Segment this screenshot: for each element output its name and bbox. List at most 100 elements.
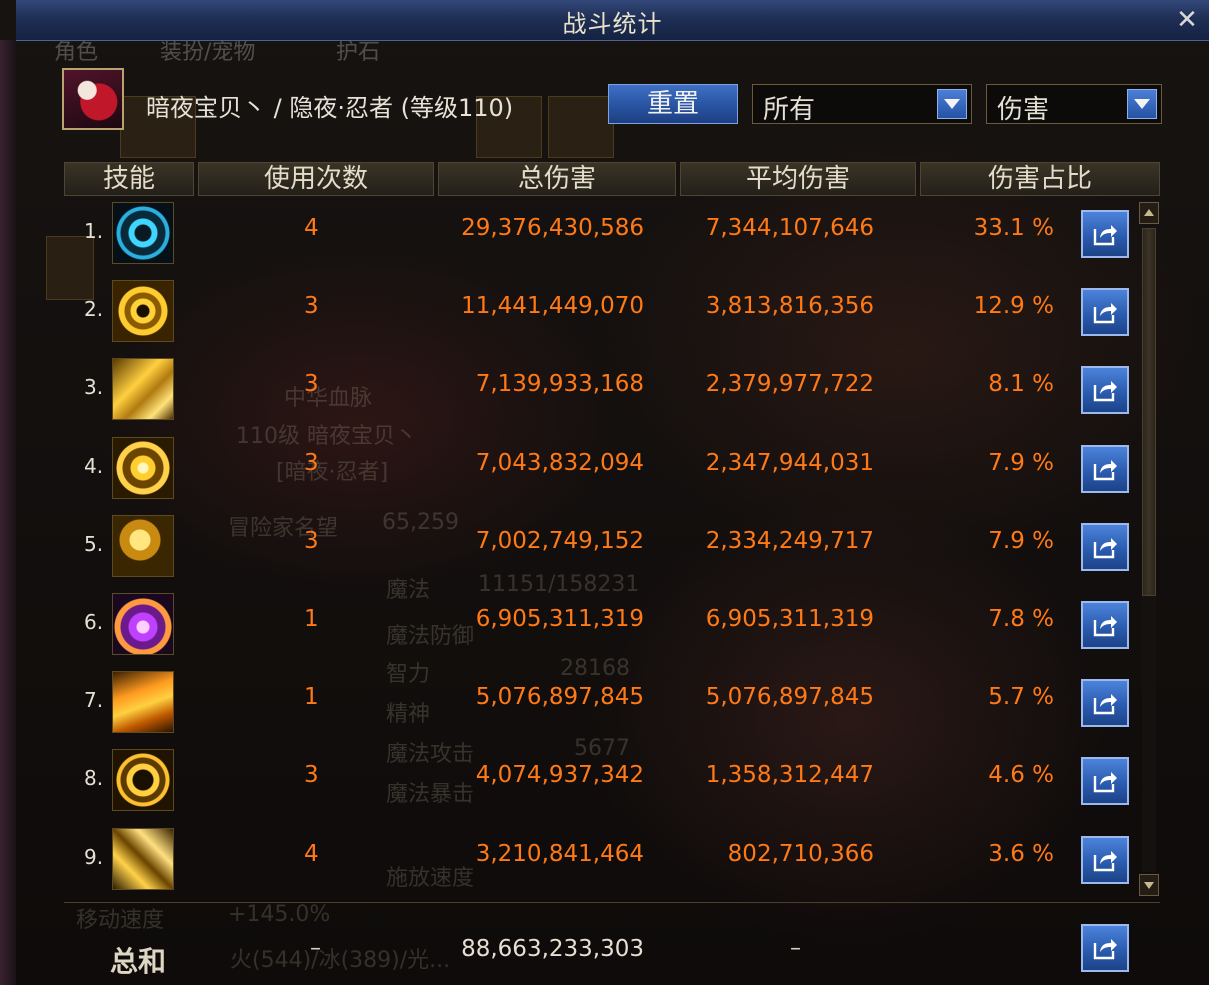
- skill-icon[interactable]: [112, 593, 174, 655]
- column-header-avg-damage[interactable]: 平均伤害: [680, 162, 916, 196]
- total-damage: 29,376,430,586: [461, 215, 644, 241]
- share-button[interactable]: [1081, 444, 1129, 493]
- share-button[interactable]: [1081, 679, 1129, 728]
- damage-share: 4.6 %: [988, 762, 1054, 789]
- share-button[interactable]: [1081, 757, 1129, 806]
- total-damage: 7,043,832,094: [475, 449, 644, 476]
- damage-share: 8.1 %: [988, 371, 1054, 398]
- share-button[interactable]: [1081, 366, 1129, 415]
- character-avatar: [62, 68, 124, 130]
- skill-icon[interactable]: [112, 202, 174, 264]
- totals-label: 总和: [110, 945, 167, 978]
- share-icon: [1093, 303, 1117, 324]
- total-damage: 11,441,449,070: [461, 293, 644, 320]
- avg-damage: 802,710,366: [727, 840, 874, 867]
- table-row[interactable]: 1. 4 29,376,430,586 7,344,107,646 33.1 %: [64, 197, 1134, 275]
- close-button[interactable]: ✕: [1173, 6, 1201, 34]
- skill-icon[interactable]: [112, 280, 174, 343]
- share-button[interactable]: [1081, 835, 1129, 884]
- skill-icon[interactable]: [112, 749, 174, 812]
- avg-damage: 2,347,944,031: [705, 449, 874, 476]
- table-row[interactable]: 8. 3 4,074,937,342 1,358,312,447 4.6 %: [64, 744, 1134, 822]
- share-button[interactable]: [1081, 522, 1129, 571]
- table-row[interactable]: 9. 4 3,210,841,464 802,710,366 3.6 %: [64, 823, 1134, 901]
- share-icon: [1093, 850, 1117, 871]
- share-icon: [1093, 772, 1117, 793]
- table-row[interactable]: 7. 1 5,076,897,845 5,076,897,845 5.7 %: [64, 666, 1134, 744]
- column-header-skill[interactable]: 技能: [64, 162, 194, 196]
- totals-damage: 88,663,233,303: [461, 936, 644, 962]
- share-button[interactable]: [1081, 924, 1129, 972]
- uses-count: 3: [304, 527, 319, 554]
- reset-button[interactable]: 重置: [608, 84, 738, 124]
- damage-share: 33.1 %: [973, 215, 1054, 241]
- share-icon: [1093, 939, 1117, 960]
- table-row[interactable]: 2. 3 11,441,449,070 3,813,816,356 12.9 %: [64, 275, 1134, 353]
- damage-share: 3.6 %: [988, 840, 1054, 867]
- table-row[interactable]: 4. 3 7,043,832,094 2,347,944,031 7.9 %: [64, 432, 1134, 510]
- share-icon: [1093, 381, 1117, 402]
- close-icon: ✕: [1176, 5, 1198, 35]
- column-header-total-damage[interactable]: 总伤害: [438, 162, 676, 196]
- total-damage: 7,002,749,152: [475, 527, 644, 554]
- totals-divider: [64, 902, 1160, 903]
- character-label: 暗夜宝贝丶 / 隐夜·忍者 (等级110): [146, 94, 514, 122]
- share-button[interactable]: [1081, 288, 1129, 337]
- background-tab-strip: 角色 装扮/宠物 护石: [20, 40, 620, 65]
- rank-label: 8.: [84, 766, 104, 791]
- avg-damage: 2,334,249,717: [705, 527, 874, 554]
- avg-damage: 2,379,977,722: [705, 371, 874, 398]
- metric-filter-dropdown[interactable]: 伤害: [986, 84, 1162, 125]
- scroll-thumb[interactable]: [1142, 228, 1156, 596]
- total-damage: 5,076,897,845: [475, 684, 644, 711]
- total-damage: 6,905,311,319: [475, 606, 644, 632]
- rank-label: 7.: [84, 688, 104, 713]
- uses-count: 3: [304, 762, 319, 789]
- window-title: 战斗统计: [562, 10, 663, 38]
- rank-label: 4.: [84, 453, 104, 478]
- damage-share: 5.7 %: [988, 684, 1054, 711]
- uses-count: 3: [304, 293, 319, 320]
- totals-uses: –: [310, 936, 321, 961]
- table-row[interactable]: 3. 3 7,139,933,168 2,379,977,722 8.1 %: [64, 353, 1134, 431]
- metric-filter-value: 伤害: [997, 95, 1050, 125]
- table-scrollbar[interactable]: [1139, 202, 1159, 896]
- rank-label: 1.: [84, 219, 104, 243]
- damage-share: 7.9 %: [988, 449, 1054, 476]
- background-equipment-slot: [548, 96, 614, 158]
- rank-label: 5.: [84, 531, 104, 556]
- skill-icon[interactable]: [112, 671, 174, 734]
- background-window-edge: [0, 40, 16, 985]
- skill-icon[interactable]: [112, 827, 174, 890]
- chevron-down-icon[interactable]: [937, 89, 967, 119]
- damage-share: 7.9 %: [988, 527, 1054, 554]
- uses-count: 4: [304, 840, 319, 867]
- rank-label: 9.: [84, 844, 104, 869]
- uses-count: 3: [304, 449, 319, 476]
- share-icon: [1093, 694, 1117, 715]
- uses-count: 3: [304, 371, 319, 398]
- scroll-up-icon[interactable]: [1139, 202, 1159, 224]
- avg-damage: 1,358,312,447: [705, 762, 874, 789]
- chevron-down-icon[interactable]: [1127, 89, 1157, 119]
- damage-share: 7.8 %: [988, 606, 1054, 632]
- avg-damage: 6,905,311,319: [705, 606, 874, 632]
- share-icon: [1093, 616, 1117, 637]
- table-row[interactable]: 5. 3 7,002,749,152 2,334,249,717 7.9 %: [64, 510, 1134, 588]
- share-button[interactable]: [1081, 601, 1129, 649]
- skill-icon[interactable]: [112, 358, 174, 421]
- damage-share: 12.9 %: [973, 293, 1054, 320]
- uses-count: 4: [304, 215, 319, 241]
- share-button[interactable]: [1081, 210, 1129, 258]
- target-filter-dropdown[interactable]: 所有: [752, 84, 972, 125]
- skill-icon[interactable]: [112, 436, 174, 499]
- window-title-bar[interactable]: 战斗统计 ✕: [16, 0, 1209, 41]
- avg-damage: 3,813,816,356: [705, 293, 874, 320]
- scroll-down-icon[interactable]: [1139, 874, 1159, 896]
- column-header-uses[interactable]: 使用次数: [198, 162, 434, 196]
- rank-label: 6.: [84, 610, 104, 634]
- totals-avg: –: [790, 936, 801, 961]
- column-header-damage-share[interactable]: 伤害占比: [920, 162, 1160, 196]
- skill-icon[interactable]: [112, 514, 174, 577]
- table-row[interactable]: 6. 1 6,905,311,319 6,905,311,319 7.8 %: [64, 588, 1134, 666]
